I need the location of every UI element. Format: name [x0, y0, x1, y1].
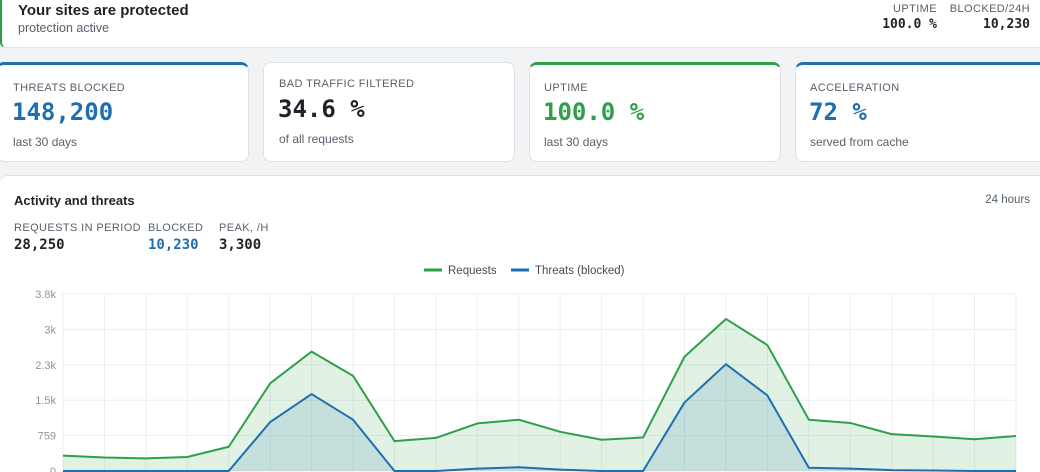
y-tick-label: 1.5k	[35, 395, 56, 407]
y-tick-label: 759	[38, 431, 56, 443]
uptime-mini-label: UPTIME	[893, 3, 937, 15]
y-tick-label: 3.8k	[35, 289, 56, 301]
kpi-label: BLOCKED	[148, 222, 204, 234]
legend-label-0: Requests	[448, 265, 497, 277]
card-value: 34.6 %	[278, 95, 365, 123]
kpi-label: REQUESTS IN PERIOD	[14, 222, 141, 234]
card-bad-traffic: BAD TRAFFIC FILTERED 34.6 % of all reque…	[263, 62, 515, 162]
kpi-value: 28,250	[14, 237, 65, 253]
status-subtitle: protection active	[18, 21, 110, 35]
blocked-mini-label: BLOCKED/24H	[949, 3, 1030, 15]
blocked-mini-stat: BLOCKED/24H 10,230	[950, 3, 1030, 32]
kpi-requests: REQUESTS IN PERIOD 28,250	[14, 222, 141, 253]
y-tick-label: 2.3k	[35, 360, 56, 372]
card-label: BAD TRAFFIC FILTERED	[279, 78, 415, 90]
card-acceleration: ACCELERATION 72 % served from cache	[795, 62, 1040, 162]
card-value: 148,200	[12, 98, 114, 126]
kpi-peak: PEAK, /H 3,300	[219, 222, 269, 253]
card-uptime: UPTIME 100.0 % last 30 days	[529, 62, 781, 162]
card-value: 72 %	[809, 98, 867, 126]
card-threats-blocked: THREATS BLOCKED 148,200 last 30 days	[0, 62, 249, 162]
card-label: THREATS BLOCKED	[13, 82, 126, 94]
card-sub: served from cache	[810, 135, 909, 149]
kpi-label: PEAK, /H	[219, 222, 269, 234]
legend-label-1: Threats (blocked)	[535, 265, 625, 277]
card-label: ACCELERATION	[810, 82, 900, 94]
series-area-0	[63, 318, 1016, 471]
protection-status-bar: Your sites are protected protection acti…	[0, 0, 1040, 48]
activity-chart: Requests Threats (blocked) 0 759 1.5k 2.3k 3k 3…	[35, 265, 1017, 472]
kpi-value: 3,300	[219, 237, 262, 253]
status-title: Your sites are protected	[18, 2, 189, 19]
card-sub: of all requests	[279, 132, 354, 146]
card-sub: last 30 days	[13, 135, 78, 149]
y-tick-label: 0	[50, 466, 56, 472]
kpi-value: 10,230	[148, 237, 199, 253]
card-value: 100.0 %	[543, 98, 645, 126]
kpi-blocked: BLOCKED 10,230	[148, 222, 203, 253]
time-range-label: 24 hours	[985, 194, 1030, 206]
card-label: UPTIME	[544, 82, 588, 94]
uptime-mini-value: 100.0 %	[882, 17, 937, 32]
card-sub: last 30 days	[544, 135, 609, 149]
uptime-mini-stat: UPTIME 100.0 %	[882, 3, 937, 32]
blocked-mini-value: 10,230	[983, 17, 1030, 32]
y-tick-label: 3k	[44, 324, 56, 336]
panel-title: Activity and threats	[14, 193, 135, 208]
